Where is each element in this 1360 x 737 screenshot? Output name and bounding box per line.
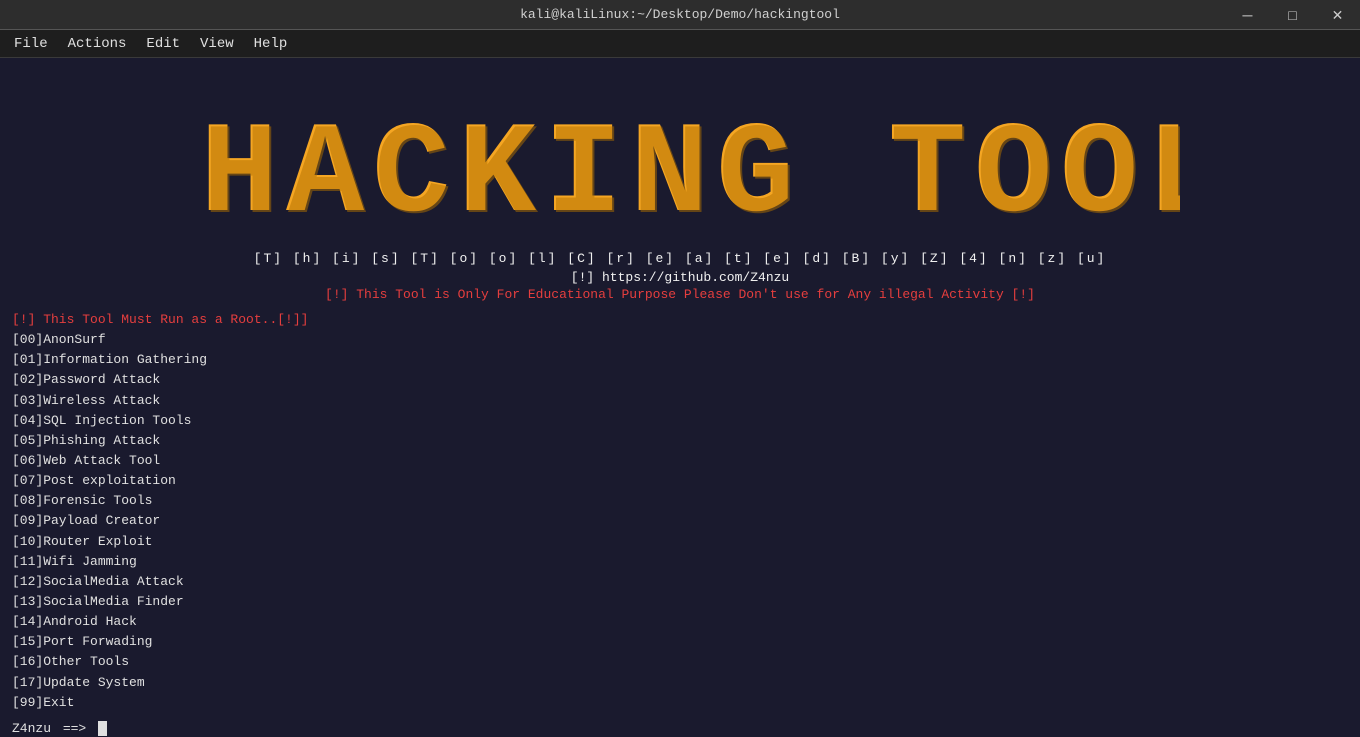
menu-item[interactable]: [13]SocialMedia Finder <box>12 592 1348 612</box>
menu-file[interactable]: File <box>4 34 58 54</box>
menu-item[interactable]: [06]Web Attack Tool <box>12 451 1348 471</box>
menu-item[interactable]: [04]SQL Injection Tools <box>12 411 1348 431</box>
menu-bar: File Actions Edit View Help <box>0 30 1360 58</box>
minimize-button[interactable]: ─ <box>1225 0 1270 30</box>
prompt-arrow: ==> <box>55 721 94 736</box>
menu-items-container: [00]AnonSurf[01]Information Gathering[02… <box>12 330 1348 713</box>
cursor <box>98 721 107 736</box>
menu-item[interactable]: [01]Information Gathering <box>12 350 1348 370</box>
ascii-art-container: .px { font-family: 'Courier New', monosp… <box>12 70 1348 245</box>
title-bar: kali@kaliLinux:~/Desktop/Demo/hackingtoo… <box>0 0 1360 30</box>
github-link: [!] https://github.com/Z4nzu <box>12 270 1348 285</box>
menu-edit[interactable]: Edit <box>136 34 190 54</box>
menu-item[interactable]: [11]Wifi Jamming <box>12 552 1348 572</box>
terminal-area[interactable]: .px { font-family: 'Courier New', monosp… <box>0 58 1360 737</box>
menu-view[interactable]: View <box>190 34 244 54</box>
menu-list: [!] This Tool Must Run as a Root..[!]] [… <box>12 310 1348 713</box>
menu-item[interactable]: [02]Password Attack <box>12 370 1348 390</box>
window-controls: ─ □ ✕ <box>1225 0 1360 30</box>
subtitle-chars: [T] [h] [i] [s] [T] [o] [o] [l] [C] [r] … <box>12 251 1348 266</box>
menu-item[interactable]: [17]Update System <box>12 673 1348 693</box>
svg-text:HACKING TOOL: HACKING TOOL <box>202 105 1180 240</box>
menu-item[interactable]: [00]AnonSurf <box>12 330 1348 350</box>
menu-item[interactable]: [05]Phishing Attack <box>12 431 1348 451</box>
menu-item[interactable]: [07]Post exploitation <box>12 471 1348 491</box>
maximize-button[interactable]: □ <box>1270 0 1315 30</box>
menu-item[interactable]: [15]Port Forwading <box>12 632 1348 652</box>
window-title: kali@kaliLinux:~/Desktop/Demo/hackingtoo… <box>520 7 840 22</box>
must-root-text: [!] This Tool Must Run as a Root..[!]] <box>12 310 1348 330</box>
menu-item[interactable]: [03]Wireless Attack <box>12 391 1348 411</box>
close-button[interactable]: ✕ <box>1315 0 1360 30</box>
menu-item[interactable]: [10]Router Exploit <box>12 532 1348 552</box>
menu-item[interactable]: [14]Android Hack <box>12 612 1348 632</box>
menu-item[interactable]: [09]Payload Creator <box>12 511 1348 531</box>
prompt-user: Z4nzu <box>12 721 51 736</box>
prompt-line: Z4nzu ==> <box>12 721 1348 736</box>
warning-text: [!] This Tool is Only For Educational Pu… <box>12 287 1348 302</box>
menu-item[interactable]: [08]Forensic Tools <box>12 491 1348 511</box>
menu-item[interactable]: [12]SocialMedia Attack <box>12 572 1348 592</box>
menu-actions[interactable]: Actions <box>58 34 137 54</box>
menu-help[interactable]: Help <box>244 34 298 54</box>
menu-item[interactable]: [99]Exit <box>12 693 1348 713</box>
ascii-art-svg: .px { font-family: 'Courier New', monosp… <box>180 70 1180 240</box>
menu-item[interactable]: [16]Other Tools <box>12 652 1348 672</box>
